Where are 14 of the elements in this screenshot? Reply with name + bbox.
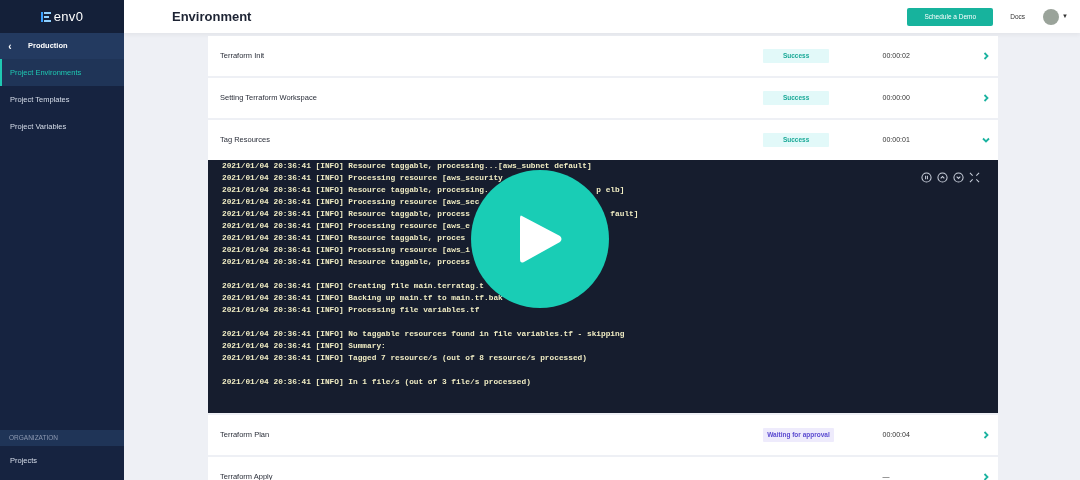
chevron-right-icon[interactable] (982, 94, 990, 102)
fullscreen-icon[interactable] (969, 172, 980, 183)
chevron-right-icon[interactable] (982, 431, 990, 439)
avatar[interactable] (1043, 8, 1060, 25)
back-arrow-icon: ‹ (0, 38, 20, 54)
scroll-up-icon[interactable] (937, 172, 948, 183)
scroll-down-icon[interactable] (953, 172, 964, 183)
chevron-right-icon[interactable] (982, 473, 990, 480)
pause-icon[interactable] (921, 172, 932, 183)
logo-text: env0 (53, 7, 84, 26)
page-title: Environment (172, 7, 252, 26)
chevron-right-icon[interactable] (982, 52, 990, 60)
chevron-down-icon[interactable] (982, 136, 990, 144)
logo-icon (40, 11, 51, 22)
